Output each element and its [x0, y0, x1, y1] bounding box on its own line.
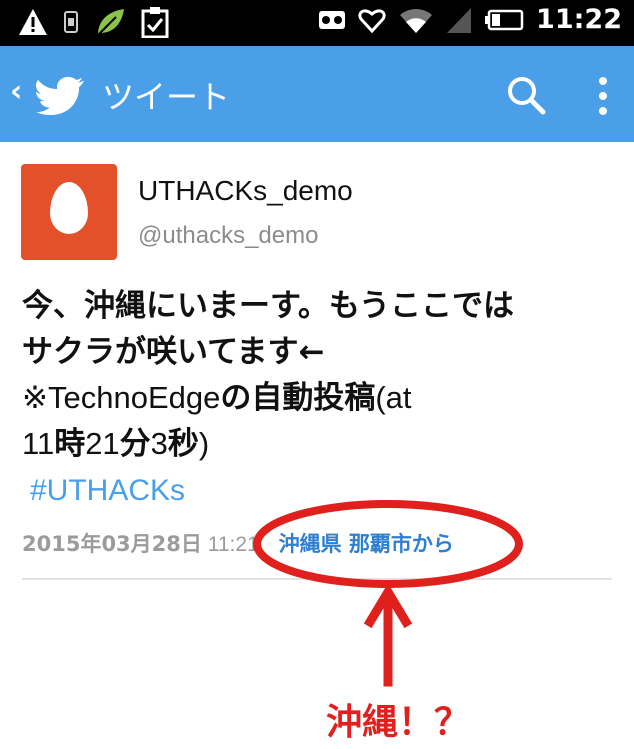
arrow-up-icon: [363, 583, 413, 687]
annotation-text: 沖縄！？: [326, 702, 471, 743]
highlight-ellipse: [253, 500, 523, 588]
annotation-overlay: [253, 500, 523, 687]
